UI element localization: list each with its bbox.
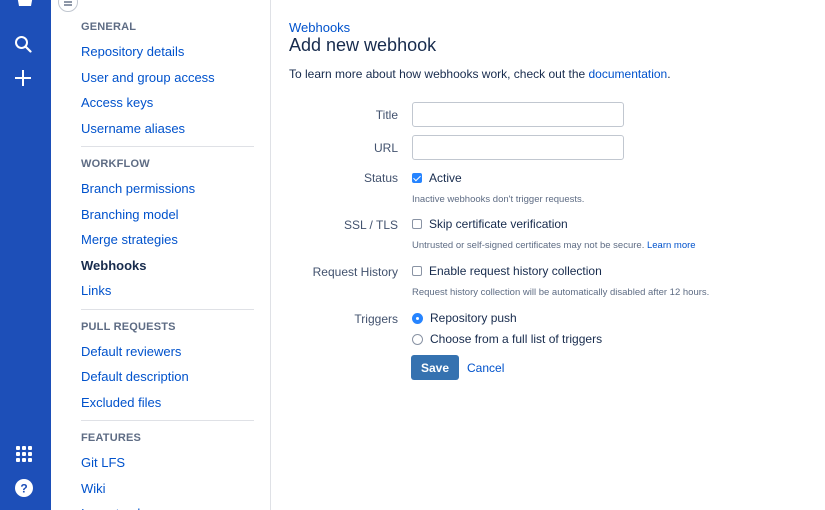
skip-cert-checkbox[interactable] (412, 219, 422, 229)
active-checkbox-label: Active (429, 171, 462, 185)
search-icon[interactable] (14, 35, 32, 53)
ssl-help-text: Untrusted or self-signed certificates ma… (412, 240, 696, 251)
full-list-radio[interactable] (412, 333, 423, 345)
url-label: URL (373, 141, 398, 155)
page-title: Add new webhook (289, 35, 437, 55)
repository-push-radio[interactable] (412, 312, 423, 324)
cancel-link[interactable]: Cancel (467, 361, 504, 375)
full-list-label: Choose from a full list of triggers (430, 332, 603, 346)
sidebar-item-excluded-files[interactable]: Excluded files (81, 390, 254, 416)
sidebar-section-features-title: FEATURES (81, 432, 142, 444)
sidebar-section-workflow-title: WORKFLOW (81, 158, 150, 170)
skip-cert-checkbox-label: Skip certificate verification (429, 217, 568, 231)
sidebar-item-branch-permissions[interactable]: Branch permissions (81, 176, 254, 202)
sidebar-item-branching-model[interactable]: Branching model (81, 202, 254, 228)
sidebar-item-issue-tracker[interactable]: Issue tracker (81, 501, 254, 510)
svg-text:?: ? (20, 482, 27, 496)
ssl-help-body: Untrusted or self-signed certificates ma… (412, 240, 647, 251)
status-active-option[interactable]: Active (412, 170, 462, 186)
sidebar-item-repository-details[interactable]: Repository details (81, 39, 254, 65)
request-history-help-text: Request history collection will be autom… (412, 287, 710, 298)
learn-more-link[interactable]: Learn more (647, 240, 696, 251)
sidebar-item-access-keys[interactable]: Access keys (81, 90, 254, 116)
sidebar-item-git-lfs[interactable]: Git LFS (81, 450, 254, 476)
documentation-link[interactable]: documentation (589, 67, 668, 81)
repository-push-label: Repository push (430, 311, 517, 325)
app-root: ? GENERAL Repository details User and gr… (0, 0, 825, 510)
help-icon[interactable]: ? (15, 479, 33, 497)
sidebar-section-general-title: GENERAL (81, 21, 137, 33)
status-help-text: Inactive webhooks don't trigger requests… (412, 194, 585, 205)
sidebar-item-username-aliases[interactable]: Username aliases (81, 116, 254, 142)
bitbucket-logo-icon[interactable] (14, 0, 36, 8)
sidebar-section-pull-requests-title: PULL REQUESTS (81, 320, 176, 333)
skip-cert-option[interactable]: Skip certificate verification (412, 216, 568, 232)
main-content: Webhooks Add new webhook To learn more a… (289, 0, 809, 510)
intro-text-body: To learn more about how webhooks work, c… (289, 67, 589, 81)
sidebar-item-default-reviewers[interactable]: Default reviewers (81, 339, 254, 365)
title-input[interactable] (412, 102, 624, 127)
global-navigation: ? (0, 0, 51, 510)
sidebar-item-links[interactable]: Links (81, 278, 254, 304)
sidebar-item-wiki[interactable]: Wiki (81, 476, 254, 502)
request-history-checkbox-label: Enable request history collection (429, 264, 602, 278)
request-history-label: Request History (312, 265, 398, 279)
sidebar-item-merge-strategies[interactable]: Merge strategies (81, 227, 254, 253)
breadcrumb-webhooks[interactable]: Webhooks (289, 20, 350, 35)
intro-text-end: . (667, 67, 671, 81)
settings-sidebar: GENERAL Repository details User and grou… (69, 0, 271, 510)
status-label: Status (363, 171, 398, 185)
trigger-full-list-option[interactable]: Choose from a full list of triggers (412, 331, 602, 347)
url-input[interactable] (412, 135, 624, 160)
trigger-repository-push-option[interactable]: Repository push (412, 310, 517, 326)
sidebar-item-user-group-access[interactable]: User and group access (81, 65, 254, 91)
request-history-option[interactable]: Enable request history collection (412, 263, 602, 279)
title-label: Title (375, 108, 398, 122)
ssl-tls-label: SSL / TLS (343, 218, 398, 232)
request-history-checkbox[interactable] (412, 266, 422, 276)
intro-text: To learn more about how webhooks work, c… (289, 67, 671, 81)
active-checkbox[interactable] (412, 173, 422, 183)
sidebar-item-default-description[interactable]: Default description (81, 364, 254, 390)
save-button[interactable]: Save (411, 355, 459, 380)
plus-icon[interactable] (14, 69, 32, 87)
triggers-label: Triggers (354, 312, 398, 326)
sidebar-item-webhooks[interactable]: Webhooks (81, 253, 254, 279)
app-switcher-icon[interactable] (16, 446, 32, 462)
